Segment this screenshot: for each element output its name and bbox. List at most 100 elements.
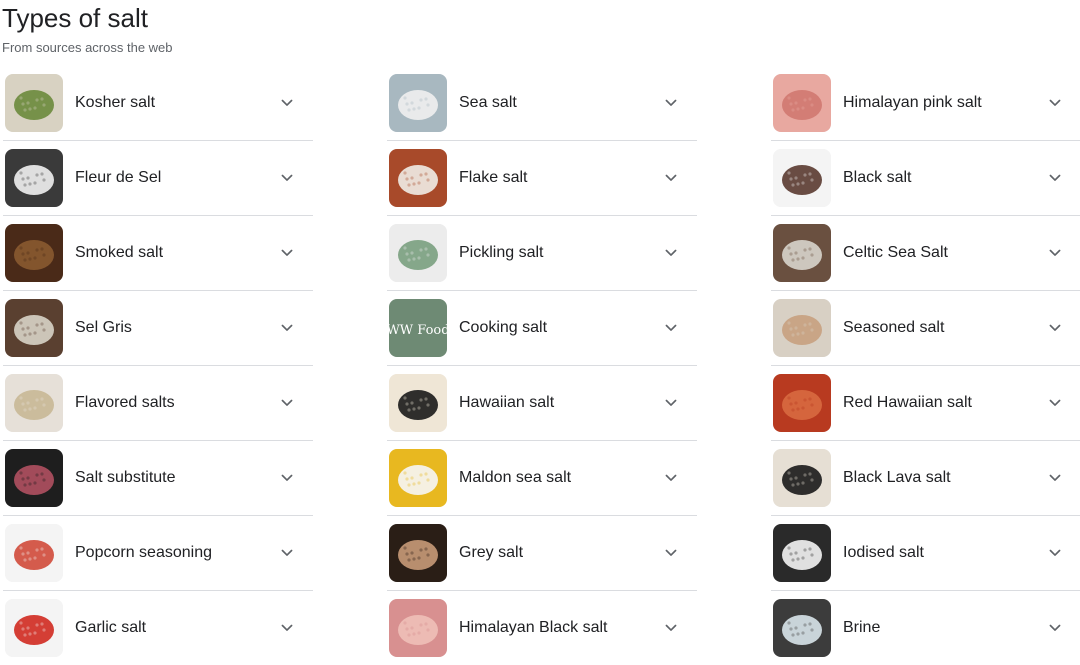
salt-type-label: Smoked salt [75,244,164,261]
chevron-down-icon[interactable] [1043,91,1067,115]
pink-salt-bowl-thumbnail [773,74,831,132]
flavored-salt-spoon-thumbnail [5,374,63,432]
maldon-salt-bowl-thumbnail [389,449,447,507]
grey-salt-hand-thumbnail [389,524,447,582]
chevron-down-icon[interactable] [1043,241,1067,265]
salt-type-label: Brine [843,619,881,636]
salt-type-label: Salt substitute [75,469,176,486]
chevron-down-icon[interactable] [275,166,299,190]
salt-type-label: Himalayan Black salt [459,619,608,636]
salt-type-row[interactable]: WW Food Cooking salt [387,291,697,366]
iodised-salt-pile-thumbnail [773,524,831,582]
salt-type-label: Cooking salt [459,319,548,336]
red-hawaiian-salt-thumbnail [773,374,831,432]
celtic-salt-bowl-thumbnail [773,224,831,282]
salt-type-row[interactable]: Maldon sea salt [387,441,697,516]
flake-salt-crystals-thumbnail [389,149,447,207]
salt-type-label: Iodised salt [843,544,924,561]
salt-type-row[interactable]: Pickling salt [387,216,697,291]
chevron-down-icon[interactable] [659,241,683,265]
chevron-down-icon[interactable] [1043,166,1067,190]
sea-salt-pans-thumbnail [389,74,447,132]
fleur-de-sel-crystals-thumbnail [5,149,63,207]
sel-gris-bowl-thumbnail [5,299,63,357]
salt-type-row[interactable]: Seasoned salt [771,291,1080,366]
salt-type-label: Himalayan pink salt [843,94,982,111]
salt-type-label: Flake salt [459,169,528,186]
salt-type-label: Sel Gris [75,319,132,336]
page-subtitle: From sources across the web [2,40,173,55]
chevron-down-icon[interactable] [1043,316,1067,340]
salt-type-row[interactable]: Himalayan Black salt [387,591,697,665]
column-2: Sea salt Flake salt Pickling salt WW Food Co… [387,66,697,665]
salt-type-row[interactable]: Red Hawaiian salt [771,366,1080,441]
chevron-down-icon[interactable] [659,541,683,565]
chevron-down-icon[interactable] [659,166,683,190]
chevron-down-icon[interactable] [1043,541,1067,565]
salt-type-label: Fleur de Sel [75,169,162,186]
salt-type-row[interactable]: Salt substitute [3,441,313,516]
salt-type-row[interactable]: Flake salt [387,141,697,216]
pickling-salt-bag-thumbnail [389,224,447,282]
chevron-down-icon[interactable] [275,391,299,415]
svg-text:WW Food: WW Food [389,323,447,338]
chevron-down-icon[interactable] [275,241,299,265]
salt-type-row[interactable]: Hawaiian salt [387,366,697,441]
chevron-down-icon[interactable] [275,541,299,565]
salt-type-row[interactable]: Kosher salt [3,66,313,141]
page-title: Types of salt [2,3,148,33]
salt-type-label: Sea salt [459,94,517,111]
salt-type-label: Popcorn seasoning [75,544,212,561]
salt-type-label: Pickling salt [459,244,544,261]
salt-type-row[interactable]: Popcorn seasoning [3,516,313,591]
salt-type-row[interactable]: Celtic Sea Salt [771,216,1080,291]
salt-type-label: Hawaiian salt [459,394,555,411]
salt-type-label: Maldon sea salt [459,469,572,486]
column-3: Himalayan pink salt Black salt Celtic Sea … [771,66,1080,665]
salt-type-row[interactable]: Flavored salts [3,366,313,441]
black-salt-lumps-thumbnail [773,149,831,207]
chevron-down-icon[interactable] [659,466,683,490]
salt-type-label: Seasoned salt [843,319,945,336]
chevron-down-icon[interactable] [275,91,299,115]
salt-type-row[interactable]: Grey salt [387,516,697,591]
chevron-down-icon[interactable] [659,616,683,640]
salt-type-row[interactable]: Himalayan pink salt [771,66,1080,141]
salt-type-row[interactable]: Black Lava salt [771,441,1080,516]
salt-type-label: Flavored salts [75,394,175,411]
seasoned-salt-bowl-thumbnail [773,299,831,357]
himalayan-black-salt-thumbnail [389,599,447,657]
garlic-salt-bottle-thumbnail [5,599,63,657]
salt-type-label: Black salt [843,169,912,186]
chevron-down-icon[interactable] [275,616,299,640]
hawaiian-salt-bowl-thumbnail [389,374,447,432]
kosher-salt-bowl-thumbnail [5,74,63,132]
salt-type-row[interactable]: Sea salt [387,66,697,141]
chevron-down-icon[interactable] [659,316,683,340]
chevron-down-icon[interactable] [1043,466,1067,490]
meat-on-board-thumbnail [5,449,63,507]
salt-type-label: Red Hawaiian salt [843,394,972,411]
chevron-down-icon[interactable] [1043,391,1067,415]
smoked-salt-pile-thumbnail [5,224,63,282]
brine-glass-thumbnail [773,599,831,657]
salt-type-row[interactable]: Black salt [771,141,1080,216]
chevron-down-icon[interactable] [1043,616,1067,640]
salt-type-label: Grey salt [459,544,524,561]
chevron-down-icon[interactable] [275,316,299,340]
salt-type-row[interactable]: Smoked salt [3,216,313,291]
salt-type-label: Kosher salt [75,94,156,111]
black-lava-salt-thumbnail [773,449,831,507]
salt-type-label: Celtic Sea Salt [843,244,948,261]
salt-type-row[interactable]: Fleur de Sel [3,141,313,216]
salt-type-row[interactable]: Brine [771,591,1080,665]
salt-type-row[interactable]: Iodised salt [771,516,1080,591]
chevron-down-icon[interactable] [275,466,299,490]
salt-type-row[interactable]: Sel Gris [3,291,313,366]
chevron-down-icon[interactable] [659,91,683,115]
chevron-down-icon[interactable] [659,391,683,415]
salt-type-row[interactable]: Garlic salt [3,591,313,665]
column-1: Kosher salt Fleur de Sel Smoked salt Sel Gr… [3,66,313,665]
salt-type-label: Black Lava salt [843,469,951,486]
ww-food-logo-thumbnail: WW Food [389,299,447,357]
